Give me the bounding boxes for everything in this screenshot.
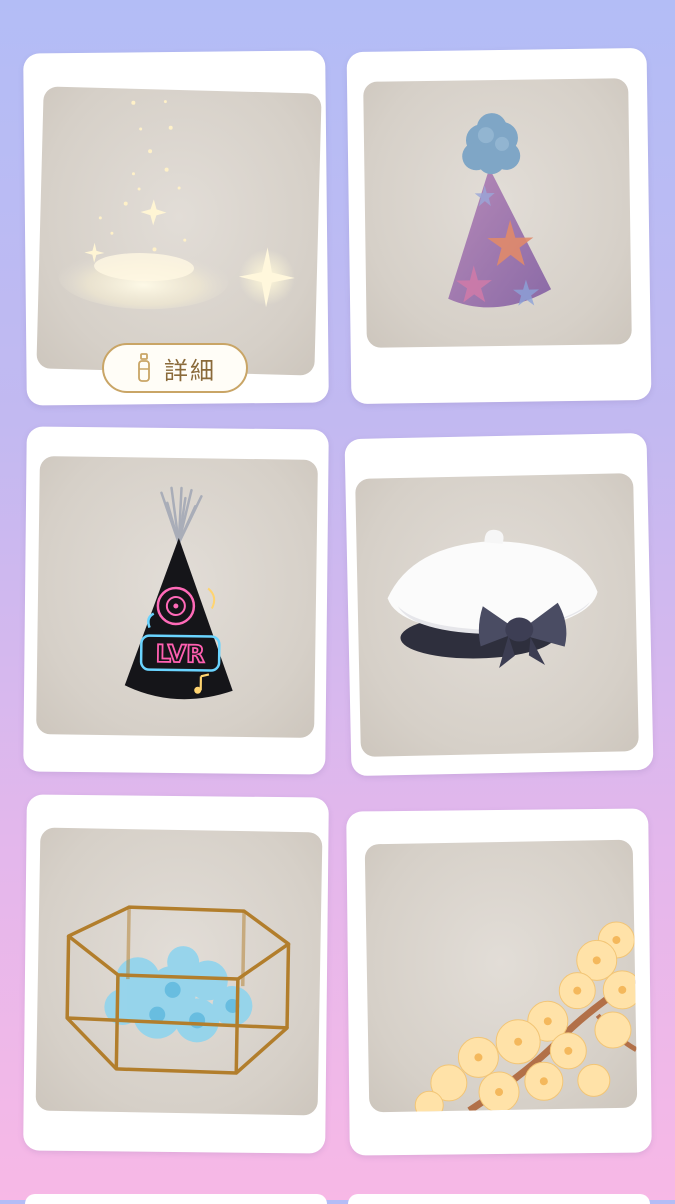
white-beret-icon — [387, 529, 598, 668]
star-party-hat-icon — [448, 113, 552, 308]
sparkle-dust-icon — [58, 100, 295, 310]
item-photo-5 — [35, 827, 323, 1116]
item-card-7-peek — [25, 1194, 327, 1204]
perfume-bottle-icon — [138, 353, 150, 382]
item-photo-6 — [364, 839, 638, 1113]
item-photo-3: LVR — [36, 456, 318, 738]
item-card-8-peek — [348, 1194, 650, 1204]
neon-party-hat-icon: LVR — [124, 486, 233, 700]
item-photo-1 — [36, 86, 322, 376]
detail-button[interactable]: 詳細 — [102, 343, 248, 393]
item-photo-4 — [355, 473, 639, 757]
item-photo-2 — [363, 78, 632, 348]
detail-button-label: 詳細 — [164, 356, 216, 385]
yellow-blossom-icon — [414, 921, 638, 1113]
glass-terrarium-icon — [65, 905, 291, 1075]
neon-hat-text: LVR — [155, 640, 204, 669]
